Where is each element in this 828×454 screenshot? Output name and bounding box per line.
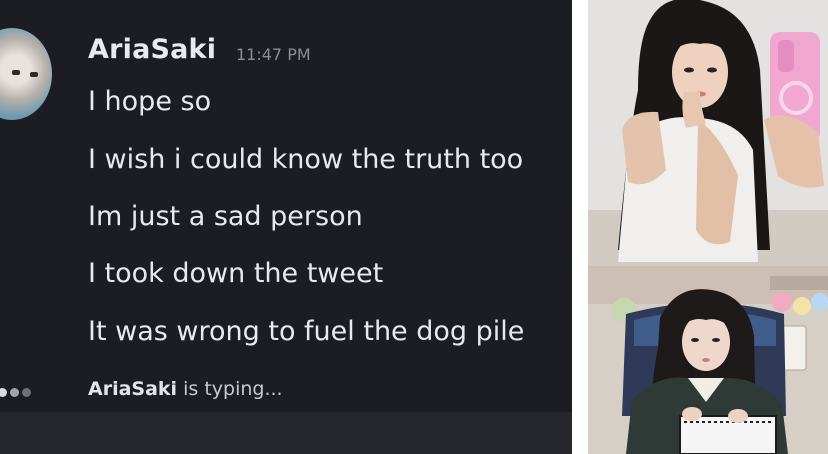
selfie-illustration xyxy=(588,0,828,266)
typing-dots-icon xyxy=(0,386,34,398)
chat-screenshot: AriaSaki 11:47 PM I hope so I wish i cou… xyxy=(0,0,572,454)
message-line: I took down the tweet xyxy=(88,258,384,289)
message-line: It was wrong to fuel the dog pile xyxy=(88,316,525,347)
message-username[interactable]: AriaSaki xyxy=(88,34,216,65)
message-line: I hope so xyxy=(88,86,212,117)
message-line: Im just a sad person xyxy=(88,201,363,232)
photo-collage xyxy=(588,0,828,454)
streamer-webcam-photo xyxy=(588,266,828,454)
message-area: AriaSaki 11:47 PM I hope so I wish i cou… xyxy=(0,0,572,420)
typing-username: AriaSaki xyxy=(88,378,178,400)
user-avatar[interactable] xyxy=(0,28,52,120)
message-input-bar[interactable] xyxy=(0,412,572,454)
message-line: I wish i could know the truth too xyxy=(88,144,524,175)
mirror-selfie-photo xyxy=(588,0,828,266)
webcam-illustration xyxy=(588,266,828,454)
typing-suffix: is typing... xyxy=(177,378,283,400)
message-timestamp: 11:47 PM xyxy=(236,45,311,64)
typing-indicator: AriaSaki is typing... xyxy=(88,378,283,400)
